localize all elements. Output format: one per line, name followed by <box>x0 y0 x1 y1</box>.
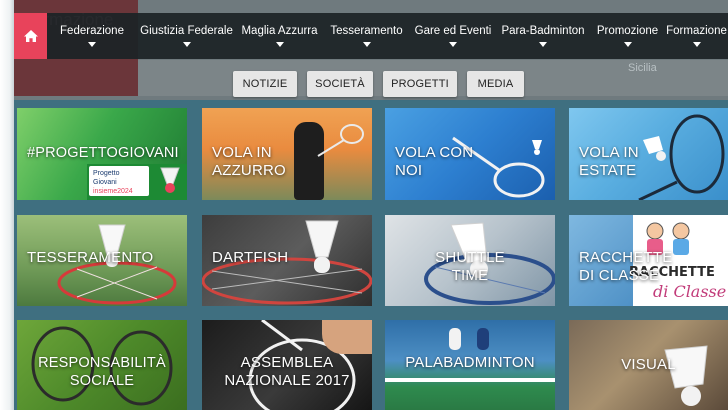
tile-label: SHUTTLE TIME <box>385 249 555 285</box>
tile-responsabilita-sociale[interactable]: RESPONSABILITÀ SOCIALE <box>17 320 187 410</box>
shuttlecock-icon <box>643 136 666 161</box>
progetto-giovani-badge: Progetto Giovani insieme2024 <box>89 166 149 196</box>
tile-vola-in-estate[interactable]: VOLA IN ESTATE <box>569 108 728 200</box>
tile-vola-in-azzurro[interactable]: VOLA IN AZZURRO <box>202 108 372 200</box>
tile-label-line: VOLA IN <box>579 144 639 161</box>
tile-assemblea-nazionale-2017[interactable]: ASSEMBLEA NAZIONALE 2017 <box>202 320 372 410</box>
shuttlecock-icon <box>664 345 708 406</box>
tile-label: PALABADMINTON <box>405 354 535 371</box>
tile-progettogiovani[interactable]: Progetto Giovani insieme2024 #PROGETTOGI… <box>17 108 187 200</box>
tile-vola-con-noi[interactable]: VOLA CON NOI <box>385 108 555 200</box>
racket-icon <box>317 124 364 157</box>
tile-label-line: ASSEMBLEA <box>240 354 334 371</box>
shuttlecock-icon <box>532 140 542 155</box>
badge-title: Progetto Giovani <box>93 170 120 186</box>
tile-palabadminton[interactable]: PALABADMINTON <box>385 320 555 410</box>
tile-dartfish[interactable]: DARTFISH <box>202 215 372 306</box>
tile-label-line: DI CLASSE <box>579 267 660 284</box>
shuttlecock-icon <box>160 167 180 193</box>
tile-label: VOLA CON NOI <box>395 144 473 180</box>
tile-label-line: ESTATE <box>579 162 637 179</box>
hand-image <box>322 320 372 354</box>
tile-label: #PROGETTOGIOVANI <box>27 145 179 161</box>
tile-label: VOLA IN ESTATE <box>579 144 639 180</box>
court-net <box>385 378 555 382</box>
tile-label-line: SOCIALE <box>69 373 135 389</box>
tile-label-line: RACCHETTE <box>579 249 673 266</box>
tile-label-line: AZZURRO <box>212 162 286 179</box>
tile-label-line: VOLA CON <box>395 144 474 161</box>
tile-label-line: SHUTTLE <box>435 249 505 266</box>
tile-label: RACCHETTE DI CLASSE <box>579 249 672 285</box>
tile-label-line: VOLA IN <box>212 144 272 161</box>
tile-racchette-di-classe[interactable]: RACCHETTE di Classe RACCHETTE DI CLASSE <box>569 215 728 306</box>
tile-label-line: NAZIONALE 2017 <box>224 372 350 389</box>
tile-label-line: NOI <box>395 162 423 179</box>
tile-label: ASSEMBLEA NAZIONALE 2017 <box>202 354 372 390</box>
tile-shuttle-time[interactable]: SHUTTLE TIME <box>385 215 555 306</box>
tile-label-line: RESPONSABILITÀ <box>38 355 166 371</box>
tile-label: VISUAL <box>621 356 676 373</box>
tile-label-line: TIME <box>451 267 489 284</box>
project-tile-grid: Progetto Giovani insieme2024 #PROGETTOGI… <box>0 0 728 410</box>
tile-visual[interactable]: VISUAL <box>569 320 728 410</box>
shuttlecock-icon <box>305 220 339 273</box>
tile-label: RESPONSABILITÀ SOCIALE <box>17 354 187 390</box>
badge-subtitle: insieme2024 <box>93 188 133 195</box>
tile-label: DARTFISH <box>212 249 289 266</box>
tile-tesseramento[interactable]: TESSERAMENTO <box>17 215 187 306</box>
tile-label: TESSERAMENTO <box>27 249 154 266</box>
tile-label: VOLA IN AZZURRO <box>212 144 286 180</box>
player-figure <box>449 328 461 350</box>
player-figure <box>477 328 489 350</box>
